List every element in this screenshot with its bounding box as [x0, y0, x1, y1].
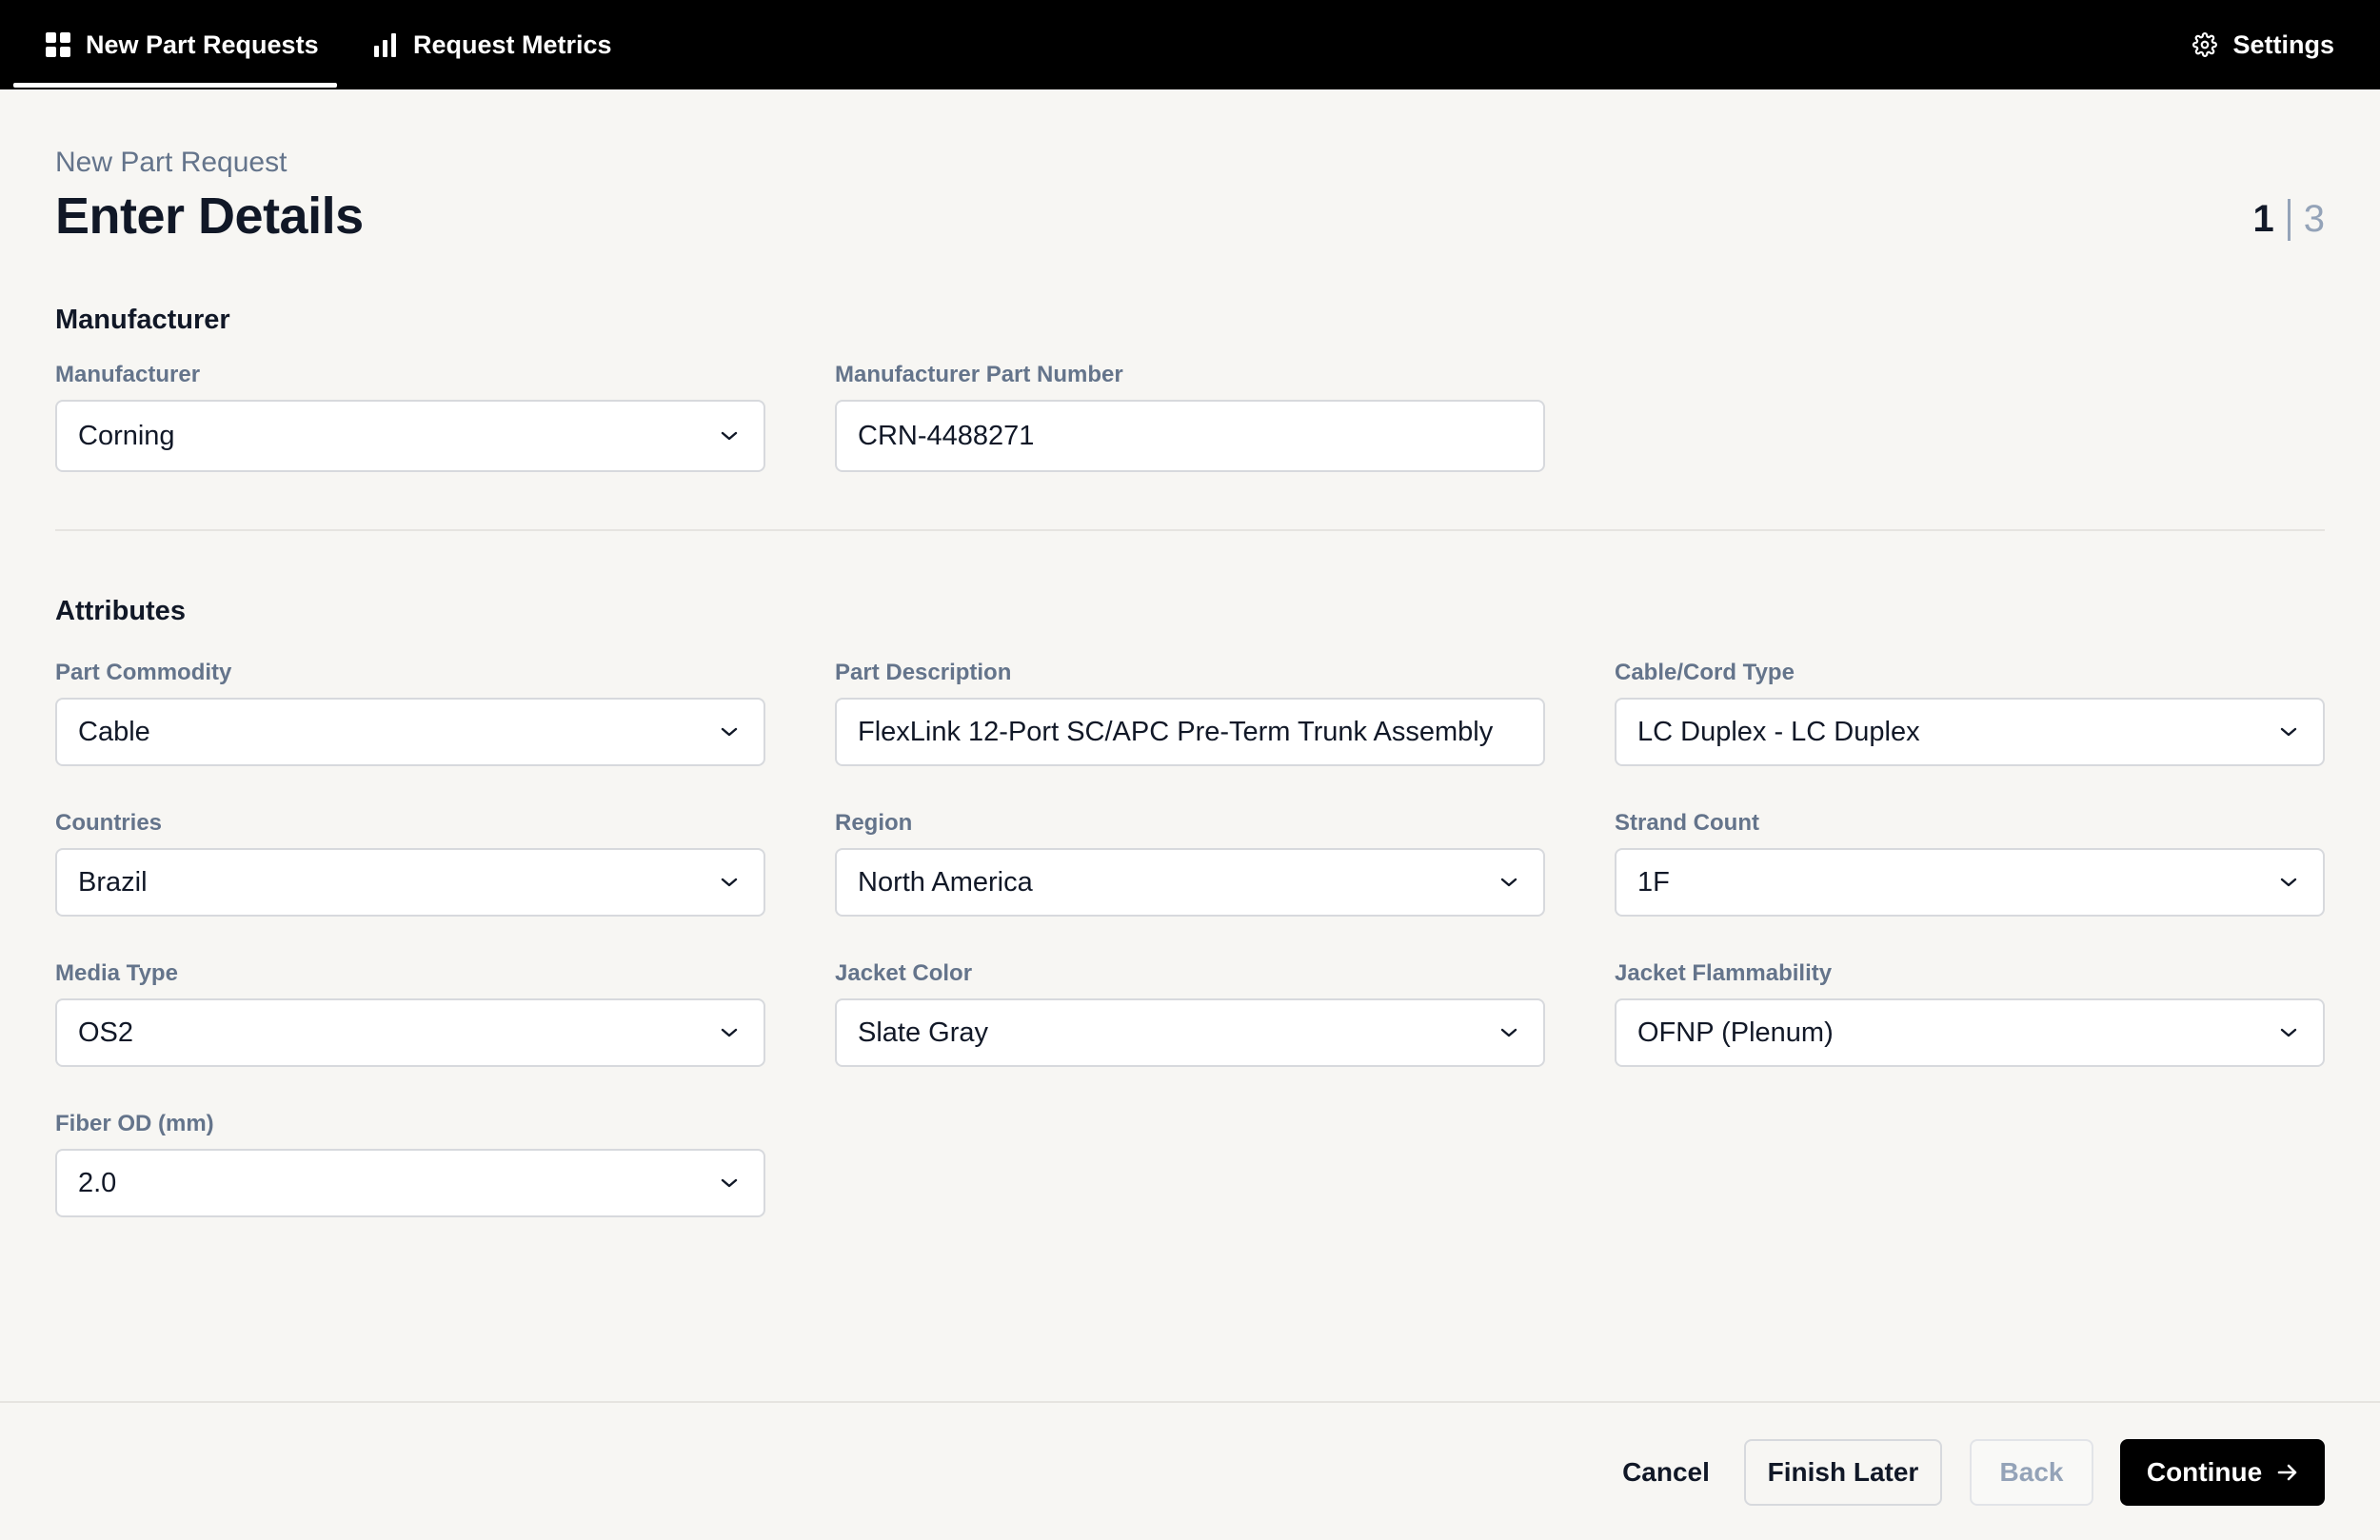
field-label: Media Type	[55, 960, 178, 986]
part-number-field: Manufacturer Part Number	[835, 362, 1545, 472]
step-separator	[2287, 198, 2291, 241]
continue-label: Continue	[2146, 1457, 2263, 1487]
tab-label: Request Metrics	[413, 30, 612, 59]
field-label: Part Description	[835, 660, 1012, 685]
chevron-down-icon	[720, 430, 739, 442]
field-label: Jacket Flammability	[1615, 960, 1833, 986]
chevron-down-icon	[2279, 877, 2298, 888]
tab-request-metrics[interactable]: Request Metrics	[373, 0, 612, 89]
part-commodity-field: Part Commodity Cable	[55, 660, 765, 766]
part-number-input-wrapper	[835, 400, 1545, 472]
field-label: Countries	[55, 810, 163, 836]
strand-count-field: Strand Count 1F	[1615, 810, 2325, 917]
cable-cord-type-select[interactable]: LC Duplex - LC Duplex	[1615, 698, 2325, 766]
region-select[interactable]: North America	[835, 848, 1545, 917]
field-label: Manufacturer Part Number	[835, 362, 1123, 387]
top-nav: New Part Requests Request Metrics Settin…	[0, 0, 2380, 89]
field-label: Fiber OD (mm)	[55, 1111, 214, 1136]
field-label: Strand Count	[1615, 810, 1759, 836]
settings-label: Settings	[2232, 30, 2334, 59]
chevron-down-icon	[2279, 1027, 2298, 1038]
select-value: Brazil	[78, 866, 148, 898]
chevron-down-icon	[2279, 726, 2298, 738]
media-type-field: Media Type OS2	[55, 960, 765, 1067]
jacket-color-field: Jacket Color Slate Gray	[835, 960, 1545, 1067]
section-title-manufacturer: Manufacturer	[55, 305, 230, 335]
arrow-right-icon	[2277, 1463, 2298, 1482]
manufacturer-select[interactable]: Corning	[55, 400, 765, 472]
page-title: Enter Details	[55, 188, 364, 245]
part-description-input-wrapper	[835, 698, 1545, 766]
settings-button[interactable]: Settings	[2192, 0, 2334, 89]
select-value: North America	[858, 866, 1033, 898]
manufacturer-field: Manufacturer Corning	[55, 362, 765, 472]
media-type-select[interactable]: OS2	[55, 998, 765, 1067]
part-description-input[interactable]	[858, 716, 1518, 748]
continue-button[interactable]: Continue	[2120, 1439, 2325, 1506]
jacket-color-select[interactable]: Slate Gray	[835, 998, 1545, 1067]
field-label: Jacket Color	[835, 960, 973, 986]
select-value: OFNP (Plenum)	[1637, 1017, 1834, 1048]
step-current: 1	[2252, 198, 2274, 240]
select-value: 2.0	[78, 1167, 117, 1198]
part-number-input[interactable]	[858, 420, 1518, 452]
select-value: Slate Gray	[858, 1017, 988, 1048]
step-total: 3	[2303, 198, 2325, 240]
select-value: Corning	[78, 420, 175, 451]
select-value: Cable	[78, 716, 150, 747]
countries-select[interactable]: Brazil	[55, 848, 765, 917]
select-value: LC Duplex - LC Duplex	[1637, 716, 1920, 747]
part-description-field: Part Description	[835, 660, 1545, 766]
footer-divider	[0, 1401, 2380, 1403]
select-value: OS2	[78, 1017, 134, 1048]
chevron-down-icon	[720, 1177, 739, 1189]
chevron-down-icon	[720, 726, 739, 738]
finish-later-button[interactable]: Finish Later	[1744, 1439, 1942, 1506]
chevron-down-icon	[720, 1027, 739, 1038]
cancel-button[interactable]: Cancel	[1609, 1439, 1723, 1506]
fiber-od-select[interactable]: 2.0	[55, 1149, 765, 1217]
select-value: 1F	[1637, 866, 1670, 898]
part-commodity-select[interactable]: Cable	[55, 698, 765, 766]
grid-icon	[46, 32, 70, 57]
jacket-flammability-select[interactable]: OFNP (Plenum)	[1615, 998, 2325, 1067]
field-label: Cable/Cord Type	[1615, 660, 1795, 685]
chevron-down-icon	[720, 877, 739, 888]
countries-field: Countries Brazil	[55, 810, 765, 917]
back-button[interactable]: Back	[1970, 1439, 2093, 1506]
strand-count-select[interactable]: 1F	[1615, 848, 2325, 917]
gear-icon	[2192, 32, 2218, 57]
section-title-attributes: Attributes	[55, 596, 186, 626]
field-label: Manufacturer	[55, 362, 201, 387]
chevron-down-icon	[1499, 877, 1518, 888]
tab-label: New Part Requests	[86, 30, 319, 59]
cable-cord-type-field: Cable/Cord Type LC Duplex - LC Duplex	[1615, 660, 2325, 766]
field-label: Part Commodity	[55, 660, 232, 685]
bar-chart-icon	[373, 32, 398, 57]
region-field: Region North America	[835, 810, 1545, 917]
fiber-od-field: Fiber OD (mm) 2.0	[55, 1111, 765, 1217]
chevron-down-icon	[1499, 1027, 1518, 1038]
section-divider	[55, 529, 2325, 531]
jacket-flammability-field: Jacket Flammability OFNP (Plenum)	[1615, 960, 2325, 1067]
field-label: Region	[835, 810, 913, 836]
breadcrumb: New Part Request	[55, 147, 288, 178]
tab-new-part-requests[interactable]: New Part Requests	[13, 0, 337, 89]
step-indicator: 1 3	[2252, 198, 2325, 241]
